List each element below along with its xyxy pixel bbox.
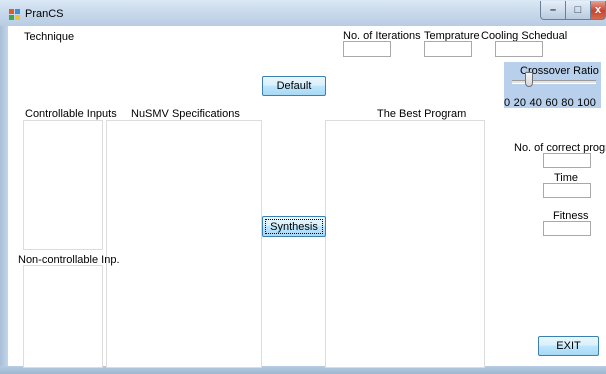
app-icon bbox=[9, 9, 20, 20]
window-left-border bbox=[0, 26, 8, 366]
maximize-button[interactable]: □ bbox=[566, 1, 591, 20]
controllable-inputs-textarea[interactable] bbox=[23, 120, 103, 250]
non-controllable-inputs-textarea[interactable] bbox=[23, 265, 103, 368]
fitness-output bbox=[543, 221, 591, 236]
minimize-icon: – bbox=[549, 4, 557, 16]
main-window: PranCS – □ x Technique No. of Iterations… bbox=[0, 0, 606, 374]
title-bar[interactable]: PranCS – □ x bbox=[0, 0, 606, 26]
controllable-inputs-label: Controllable Inputs bbox=[25, 108, 117, 120]
synthesis-button[interactable]: Synthesis bbox=[262, 216, 326, 237]
cooling-schedule-input[interactable] bbox=[495, 41, 543, 57]
minimize-button[interactable]: – bbox=[540, 1, 566, 20]
best-program-textarea[interactable] bbox=[325, 120, 485, 368]
iterations-input[interactable] bbox=[343, 41, 391, 57]
default-button-label: Default bbox=[276, 80, 312, 92]
crossover-slider-thumb[interactable] bbox=[525, 72, 533, 87]
exit-button[interactable]: EXIT bbox=[538, 336, 599, 356]
crossover-scale: 0 20 40 60 80 100 bbox=[504, 97, 597, 109]
best-program-label: The Best Program bbox=[377, 108, 467, 120]
close-icon: x bbox=[594, 4, 602, 16]
window-title: PranCS bbox=[25, 8, 64, 20]
time-output bbox=[543, 183, 591, 198]
exit-button-label: EXIT bbox=[556, 340, 581, 352]
focus-rectangle bbox=[265, 219, 323, 234]
nusmv-specifications-label: NuSMV Specifications bbox=[131, 108, 240, 120]
close-button[interactable]: x bbox=[591, 1, 606, 20]
temperature-input[interactable] bbox=[424, 41, 472, 57]
technique-label: Technique bbox=[24, 31, 75, 43]
default-button[interactable]: Default bbox=[262, 76, 326, 96]
nusmv-specifications-textarea[interactable] bbox=[106, 120, 262, 368]
maximize-icon: □ bbox=[574, 4, 582, 16]
correct-programs-output bbox=[543, 153, 591, 168]
